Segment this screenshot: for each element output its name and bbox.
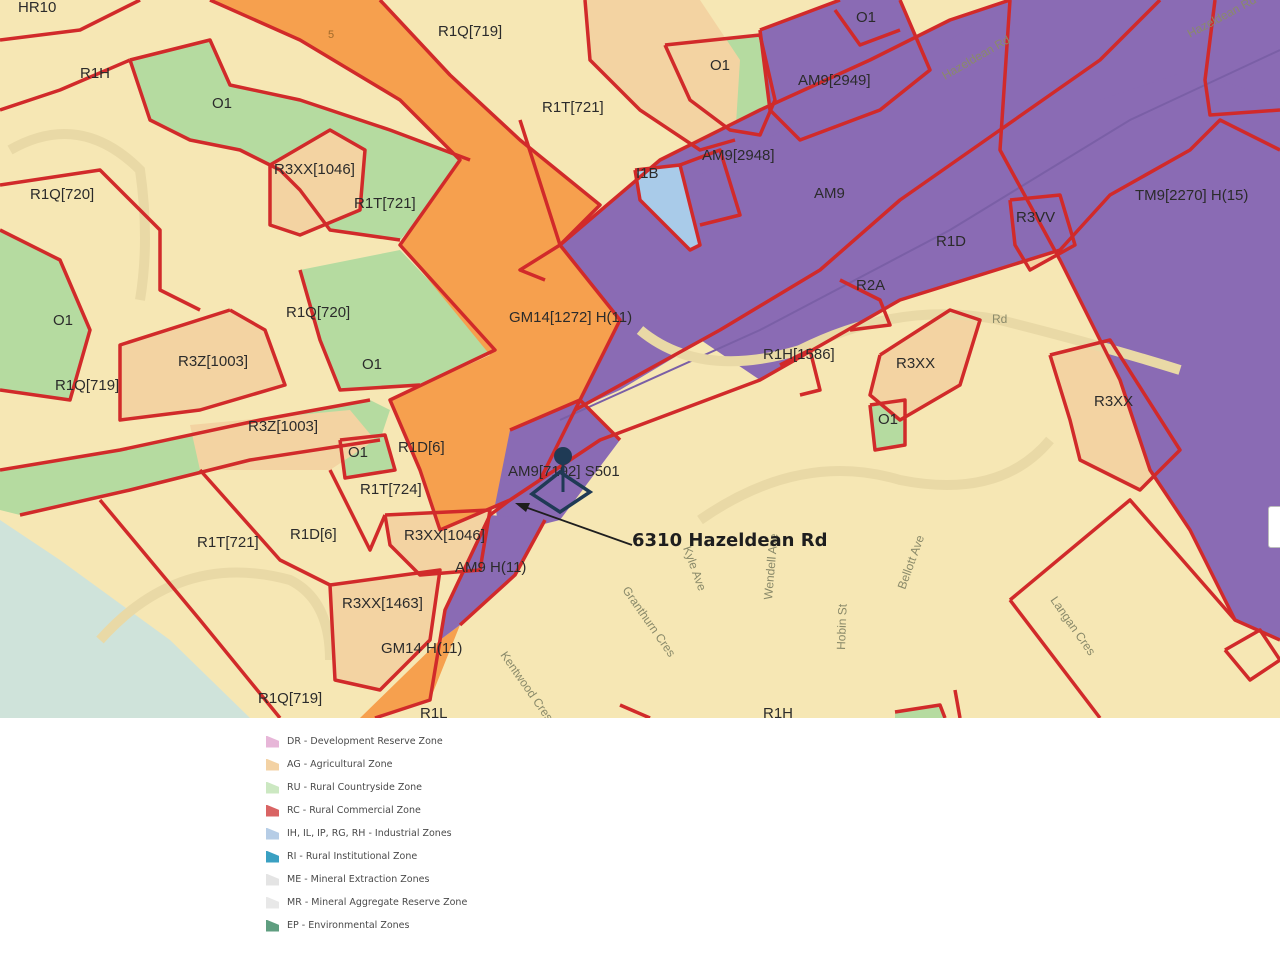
legend-label: RC - Rural Commercial Zone (287, 805, 421, 816)
zone-label: 5 (328, 29, 334, 41)
zone-label: R2A (856, 277, 885, 294)
zone-label: O1 (878, 411, 898, 428)
legend-swatch-icon (266, 735, 279, 748)
legend-label: RU - Rural Countryside Zone (287, 782, 423, 793)
legend-item: MR - Mineral Aggregate Reserve Zone (266, 891, 666, 914)
legend-item: RI - Rural Institutional Zone (266, 845, 666, 868)
legend-item: IH, IL, IP, RG, RH - Industrial Zones (266, 822, 666, 845)
zoning-map-canvas[interactable]: HR10 R1H O1 5 R1Q[719] O1 R1T[721] AM9[2… (0, 0, 1280, 718)
zone-label: R1T[721] (354, 195, 416, 212)
legend-label: ME - Mineral Extraction Zones (287, 874, 430, 885)
zone-label: R3XX[1046] (274, 161, 355, 178)
zone-label: R1Q[719] (438, 23, 502, 40)
zone-label: AM9 (814, 185, 845, 202)
legend-label: IH, IL, IP, RG, RH - Industrial Zones (287, 828, 452, 839)
zone-label: R1H[1586] (763, 346, 835, 363)
zone-label: O1 (362, 356, 382, 373)
zone-label: R3XX (896, 355, 935, 372)
zone-label: R1Q[720] (286, 304, 350, 321)
zone-label: R1Q[719] (258, 690, 322, 707)
zone-label: R3XX[1463] (342, 595, 423, 612)
zone-label: AM9 H(11) (455, 559, 526, 576)
zone-label: R1D[6] (290, 526, 337, 543)
zone-label: O1 (348, 444, 368, 461)
zone-label: I1B (636, 165, 659, 182)
zone-label: O1 (710, 57, 730, 74)
zone-label: R3VV (1016, 209, 1055, 226)
legend-item: ME - Mineral Extraction Zones (266, 868, 666, 891)
address-callout: 6310 Hazeldean Rd (632, 530, 828, 551)
zone-label: HR10 (18, 0, 56, 16)
zone-label: GM14[1272] H(11) (509, 309, 632, 326)
legend-swatch-icon (266, 896, 279, 909)
map-side-handle[interactable] (1268, 506, 1280, 548)
zone-label: AM9[2948] (702, 147, 775, 164)
zone-label: R3Z[1003] (178, 353, 248, 370)
zone-label: R3XX[1046] (404, 527, 485, 544)
zone-label: O1 (53, 312, 73, 329)
zone-label: R1H (763, 705, 793, 718)
legend-swatch-icon (266, 850, 279, 863)
zoning-legend: DR - Development Reserve Zone AG - Agric… (266, 730, 666, 937)
street-label: Hobin St (834, 603, 850, 650)
zoning-map[interactable]: HR10 R1H O1 5 R1Q[719] O1 R1T[721] AM9[2… (0, 0, 1280, 718)
zone-label: GM14 H(11) (381, 640, 462, 657)
legend-label: RI - Rural Institutional Zone (287, 851, 418, 862)
zone-label: R1H (80, 65, 110, 82)
zone-label: R1Q[720] (30, 186, 94, 203)
zone-label: O1 (212, 95, 232, 112)
zone-label: O1 (856, 9, 876, 26)
legend-swatch-icon (266, 781, 279, 794)
legend-item: EP - Environmental Zones (266, 914, 666, 937)
legend-swatch-icon (266, 758, 279, 771)
legend-label: AG - Agricultural Zone (287, 759, 393, 770)
zone-label: R1Q[719] (55, 377, 119, 394)
legend-item: AG - Agricultural Zone (266, 753, 666, 776)
zone-label: R1D (936, 233, 966, 250)
street-label: Rd (992, 312, 1007, 326)
legend-swatch-icon (266, 919, 279, 932)
legend-item: RC - Rural Commercial Zone (266, 799, 666, 822)
legend-item: RU - Rural Countryside Zone (266, 776, 666, 799)
zone-label: R1L (420, 705, 448, 718)
map-pin-icon[interactable] (554, 447, 572, 465)
zone-label: R3XX (1094, 393, 1133, 410)
legend-swatch-icon (266, 873, 279, 886)
zone-label: R1D[6] (398, 439, 445, 456)
zone-label: R3Z[1003] (248, 418, 318, 435)
legend-label: MR - Mineral Aggregate Reserve Zone (287, 897, 468, 908)
legend-item: DR - Development Reserve Zone (266, 730, 666, 753)
legend-swatch-icon (266, 827, 279, 840)
legend-swatch-icon (266, 804, 279, 817)
legend-label: DR - Development Reserve Zone (287, 736, 443, 747)
zone-label: R1T[721] (542, 99, 604, 116)
legend-label: EP - Environmental Zones (287, 920, 410, 931)
zone-label: R1T[721] (197, 534, 259, 551)
zone-label: TM9[2270] H(15) (1135, 187, 1248, 204)
zone-label: R1T[724] (360, 481, 422, 498)
zone-label: AM9[2949] (798, 72, 871, 89)
